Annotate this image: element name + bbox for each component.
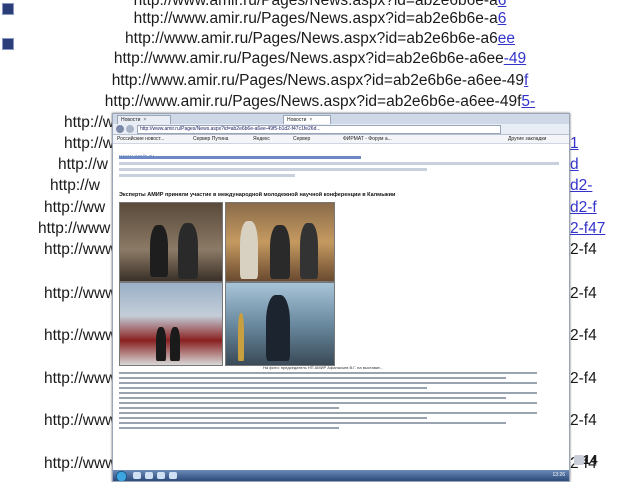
bookmark-item[interactable]: Российские новост... (117, 136, 164, 142)
person-figure (270, 225, 290, 279)
person-figure (178, 223, 198, 279)
article-body (119, 372, 559, 432)
start-button-icon[interactable] (116, 471, 127, 481)
bookmark-item[interactable]: Сервер Путина (193, 136, 228, 142)
url-fragment-right: 2-f4 (570, 285, 597, 302)
text-line (119, 382, 537, 384)
embedded-browser-screenshot: Новости × Новости × http://www.amir.ru/Pag… (112, 113, 570, 482)
text-line (119, 397, 507, 399)
browser-nav-bar: http://www.amir.ru/Pages/News.aspx?id=ab… (113, 124, 569, 135)
url-link-tail[interactable]: ee (498, 30, 515, 47)
tab-label: Новости (287, 117, 307, 123)
text-line (119, 407, 339, 409)
url-link-tail[interactable]: f (524, 72, 528, 89)
news-photo[interactable] (119, 202, 223, 282)
bookmarks-bar: Российские новост... Сервер Путина Яндек… (113, 135, 569, 144)
news-text-line (119, 174, 295, 177)
article-title: Эксперты АМИР приняли участие в междунар… (119, 192, 396, 198)
slide-number: 14 (583, 452, 598, 467)
person-figure (156, 327, 166, 361)
statue-figure (238, 313, 244, 361)
text-line (119, 377, 507, 379)
back-arrow-icon[interactable] (116, 125, 124, 133)
person-figure (300, 223, 318, 279)
url-fragment-right[interactable]: 1 (570, 135, 579, 153)
text-line (119, 427, 339, 429)
url-text: http://www.amir.ru/Pages/News.aspx?id=ab… (111, 72, 524, 89)
windows-taskbar: 13:26 (113, 470, 569, 481)
news-photo[interactable] (225, 282, 335, 366)
url-text: http://www.amir.ru/Pages/News.aspx?id=ab… (125, 30, 498, 47)
text-line (119, 372, 537, 374)
close-icon[interactable]: × (309, 117, 312, 123)
url-line[interactable]: http://www.amir.ru/Pages/News.aspx?id=ab… (0, 72, 640, 90)
url-text: http://www.amir.ru/Pages/News.aspx?id=ab… (104, 93, 522, 110)
url-text: http://www.amir.ru/Pages/News.aspx?id=ab… (133, 0, 498, 9)
text-line (119, 392, 537, 394)
url-line[interactable]: http://www.amir.ru/Pages/News.aspx?id=ab… (0, 30, 640, 48)
text-line (119, 422, 507, 424)
url-fragment-right[interactable]: d (570, 156, 579, 174)
close-icon[interactable]: × (143, 117, 146, 123)
url-text: http://www.amir.ru/Pages/News.aspx?id=ab… (113, 50, 504, 67)
bookmark-item[interactable]: ФИРМАТ - Форум а... (343, 136, 392, 142)
news-photo[interactable] (119, 282, 223, 366)
url-text: http://www.amir.ru/Pages/News.aspx?id=ab… (133, 10, 498, 27)
taskbar-app-icon[interactable] (169, 472, 177, 479)
browser-tab-bar: Новости × Новости × (113, 114, 569, 125)
url-line[interactable]: http://www.amir.ru/Pages/News.aspx?id=ab… (0, 10, 640, 28)
url-fragment-right: 2-f4 (570, 241, 597, 258)
tab-label: Новости (121, 117, 141, 123)
taskbar-app-icon[interactable] (157, 472, 165, 479)
text-line (119, 417, 427, 419)
photo-caption: На фото: председатель НП АМИР Афанасьев … (263, 365, 384, 370)
news-text-line (119, 168, 427, 171)
person-figure (170, 327, 180, 361)
taskbar-app-icon[interactable] (133, 472, 141, 479)
bookmark-item[interactable]: Сервер (293, 136, 310, 142)
text-line (119, 387, 427, 389)
person-figure (150, 225, 168, 277)
url-fragment-right: 2-f4 (570, 370, 597, 387)
url-fragment-right: 2-f4 (570, 327, 597, 344)
address-bar[interactable]: http://www.amir.ru/Pages/News.aspx?id=ab… (137, 125, 501, 134)
url-line[interactable]: http://www.amir.ru/Pages/News.aspx?id=ab… (0, 93, 640, 111)
web-page-content: www.amir.ru Эксперты АМИР приняли участи… (113, 144, 569, 470)
news-link-line[interactable] (119, 156, 361, 159)
bookmark-item[interactable]: Яндекс (253, 136, 270, 142)
url-link-tail[interactable]: 5- (521, 93, 535, 110)
url-link-tail[interactable]: 6 (498, 0, 507, 9)
url-fragment-right: 2-f4 (570, 412, 597, 429)
news-summary-block (119, 156, 559, 184)
text-line (119, 402, 537, 404)
url-link-tail[interactable]: 6 (498, 10, 507, 27)
url-fragment-right[interactable]: 2-f47 (570, 220, 605, 238)
person-figure (266, 295, 290, 361)
url-fragment-right[interactable]: d2-f (570, 199, 597, 217)
url-link-tail[interactable]: -49 (504, 50, 526, 67)
url-line[interactable]: http://www.amir.ru/Pages/News.aspx?id=ab… (0, 50, 640, 68)
news-photo[interactable] (225, 202, 335, 282)
forward-arrow-icon[interactable] (126, 125, 134, 133)
person-figure (240, 221, 258, 279)
url-line[interactable]: http://www.amir.ru/Pages/News.aspx?id=ab… (0, 0, 640, 10)
bookmark-item[interactable]: Другие закладки (508, 136, 546, 142)
clock-text: 13:26 (552, 472, 565, 478)
text-line (119, 412, 537, 414)
news-text-line (119, 162, 559, 165)
taskbar-app-icon[interactable] (145, 472, 153, 479)
url-fragment-right[interactable]: d2- (570, 177, 592, 195)
